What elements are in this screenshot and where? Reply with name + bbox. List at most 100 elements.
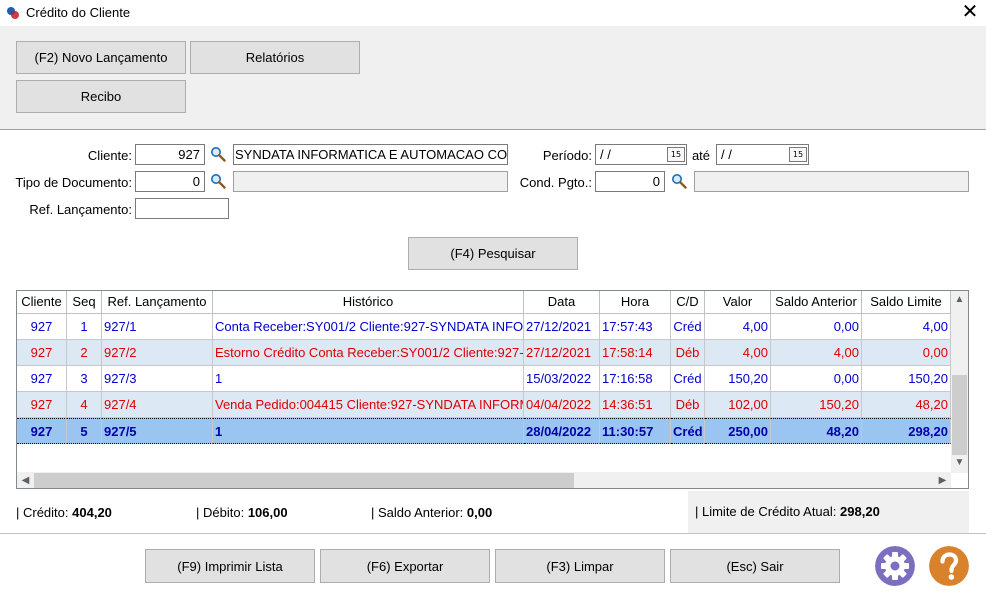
period-from-value: / / <box>600 147 611 162</box>
period-to-calendar-icon[interactable]: 15 <box>789 147 807 162</box>
cell-historico: Conta Receber:SY001/2 Cliente:927-SYNDAT… <box>213 314 524 340</box>
payment-code-input[interactable]: 0 <box>595 171 665 192</box>
app-icon <box>7 7 19 19</box>
cell-cliente: 927 <box>17 418 67 444</box>
credit-total: | Crédito: 404,20 <box>16 505 112 520</box>
cell-data: 15/03/2022 <box>524 366 600 392</box>
cell-cd: Créd <box>671 314 705 340</box>
scroll-right-icon[interactable]: ▶ <box>934 472 951 488</box>
cell-hora: 11:30:57 <box>600 418 671 444</box>
horizontal-scroll-thumb[interactable] <box>34 473 574 488</box>
cell-valor: 250,00 <box>705 418 771 444</box>
cell-historico: 1 <box>213 366 524 392</box>
cell-valor: 4,00 <box>705 340 771 366</box>
col-cliente[interactable]: Cliente <box>17 291 67 314</box>
cell-saldo-anterior: 0,00 <box>771 314 862 340</box>
ref-label: Ref. Lançamento: <box>29 202 132 217</box>
ref-input[interactable] <box>135 198 229 219</box>
cell-saldo-limite: 0,00 <box>862 340 951 366</box>
cell-hora: 17:16:58 <box>600 366 671 392</box>
cell-ref: 927/2 <box>102 340 213 366</box>
cell-saldo-anterior: 48,20 <box>771 418 862 444</box>
cell-seq: 2 <box>67 340 102 366</box>
cell-cliente: 927 <box>17 392 67 418</box>
cell-historico: 1 <box>213 418 524 444</box>
gear-icon[interactable] <box>875 546 915 586</box>
search-button[interactable]: (F4) Pesquisar <box>408 237 578 270</box>
cell-saldo-limite: 150,20 <box>862 366 951 392</box>
cell-cd: Déb <box>671 340 705 366</box>
scroll-up-icon[interactable]: ▲ <box>951 291 968 308</box>
table-row[interactable]: 927 3 927/3 1 15/03/2022 17:16:58 Créd 1… <box>17 366 951 392</box>
table-row[interactable]: 927 4 927/4 Venda Pedido:004415 Cliente:… <box>17 392 951 418</box>
cell-ref: 927/1 <box>102 314 213 340</box>
table-row-selected[interactable]: 927 5 927/5 1 28/04/2022 11:30:57 Créd 2… <box>17 418 951 444</box>
clear-button[interactable]: (F3) Limpar <box>495 549 665 583</box>
cell-seq: 3 <box>67 366 102 392</box>
toolbar: (F2) Novo Lançamento Relatórios Recibo <box>0 26 986 130</box>
col-ref[interactable]: Ref. Lançamento <box>102 291 213 314</box>
grid-header: Cliente Seq Ref. Lançamento Histórico Da… <box>17 291 951 314</box>
cell-valor: 150,20 <box>705 366 771 392</box>
col-saldo-limite[interactable]: Saldo Limite <box>862 291 951 314</box>
cell-data: 27/12/2021 <box>524 314 600 340</box>
cell-saldo-limite: 298,20 <box>862 418 951 444</box>
credit-total-value: 404,20 <box>72 505 112 520</box>
cell-cliente: 927 <box>17 314 67 340</box>
close-button[interactable]: ✕ <box>956 0 984 26</box>
col-seq[interactable]: Seq <box>67 291 102 314</box>
col-historico[interactable]: Histórico <box>213 291 524 314</box>
vertical-scroll-thumb[interactable] <box>952 375 967 455</box>
client-label: Cliente: <box>87 148 132 163</box>
col-valor[interactable]: Valor <box>705 291 771 314</box>
table-row[interactable]: 927 2 927/2 Estorno Crédito Conta Recebe… <box>17 340 951 366</box>
period-label: Período: <box>542 148 592 163</box>
cell-hora: 17:58:14 <box>600 340 671 366</box>
horizontal-scrollbar[interactable]: ◀ ▶ <box>17 472 951 488</box>
cell-cd: Créd <box>671 418 705 444</box>
previous-balance: | Saldo Anterior: 0,00 <box>371 505 492 520</box>
cell-ref: 927/3 <box>102 366 213 392</box>
credit-grid[interactable]: Cliente Seq Ref. Lançamento Histórico Da… <box>16 290 969 489</box>
table-row[interactable]: 927 1 927/1 Conta Receber:SY001/2 Client… <box>17 314 951 340</box>
cell-saldo-anterior: 4,00 <box>771 340 862 366</box>
credit-limit: | Limite de Crédito Atual: 298,20 <box>695 504 880 519</box>
cell-cliente: 927 <box>17 340 67 366</box>
print-list-button[interactable]: (F9) Imprimir Lista <box>145 549 315 583</box>
cell-cliente: 927 <box>17 366 67 392</box>
col-hora[interactable]: Hora <box>600 291 671 314</box>
payment-search-icon[interactable] <box>671 173 687 189</box>
cell-historico: Venda Pedido:004415 Cliente:927-SYNDATA … <box>213 392 524 418</box>
new-entry-button[interactable]: (F2) Novo Lançamento <box>16 41 186 74</box>
doc-type-name-field <box>233 171 508 192</box>
doc-type-search-icon[interactable] <box>210 173 226 189</box>
doc-type-code-input[interactable]: 0 <box>135 171 205 192</box>
col-cd[interactable]: C/D <box>671 291 705 314</box>
doc-type-label: Tipo de Documento: <box>15 175 132 190</box>
vertical-scrollbar[interactable]: ▲ ▼ <box>951 291 968 473</box>
cell-data: 27/12/2021 <box>524 340 600 366</box>
receipt-button[interactable]: Recibo <box>16 80 186 113</box>
help-icon[interactable] <box>929 546 969 586</box>
scroll-left-icon[interactable]: ◀ <box>17 472 34 488</box>
cell-valor: 102,00 <box>705 392 771 418</box>
until-label: até <box>691 148 711 163</box>
export-button[interactable]: (F6) Exportar <box>320 549 490 583</box>
col-data[interactable]: Data <box>524 291 600 314</box>
cell-seq: 5 <box>67 418 102 444</box>
cell-data: 28/04/2022 <box>524 418 600 444</box>
cell-seq: 4 <box>67 392 102 418</box>
period-to-value: / / <box>721 147 732 162</box>
payment-label: Cond. Pgto.: <box>519 175 592 190</box>
reports-button[interactable]: Relatórios <box>190 41 360 74</box>
period-from-calendar-icon[interactable]: 15 <box>667 147 685 162</box>
window-title: Crédito do Cliente <box>26 5 131 20</box>
cell-valor: 4,00 <box>705 314 771 340</box>
exit-button[interactable]: (Esc) Sair <box>670 549 840 583</box>
client-search-icon[interactable] <box>210 146 226 162</box>
client-name-field: SYNDATA INFORMATICA E AUTOMACAO COM <box>233 144 508 165</box>
col-saldo-anterior[interactable]: Saldo Anterior <box>771 291 862 314</box>
debit-total-label: | Débito: <box>196 505 245 520</box>
client-code-input[interactable]: 927 <box>135 144 205 165</box>
scroll-down-icon[interactable]: ▼ <box>951 454 968 471</box>
